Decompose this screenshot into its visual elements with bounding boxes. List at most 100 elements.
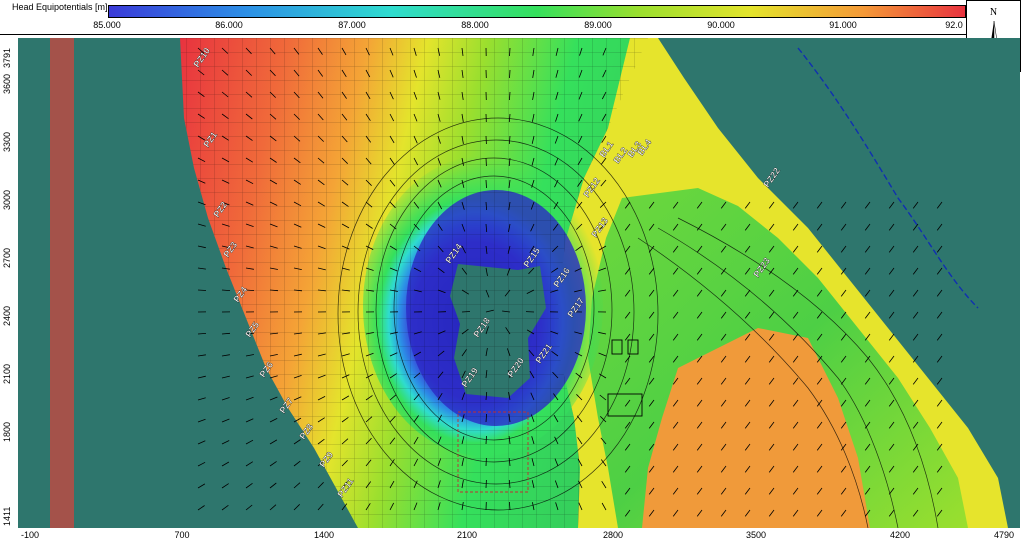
x-tick: 3500	[745, 530, 767, 540]
legend-color-bar	[108, 5, 966, 18]
flow-vector	[936, 267, 943, 275]
flow-vector	[341, 503, 348, 511]
y-tick: 2700	[2, 247, 12, 268]
legend-tick: 88.000	[461, 20, 489, 30]
flow-vector	[197, 289, 207, 291]
legend-tick: 85.000	[93, 20, 121, 30]
flow-vector	[936, 333, 943, 341]
flow-vector	[888, 267, 895, 275]
flow-vector	[221, 332, 231, 335]
flow-vector	[936, 377, 943, 385]
legend-tick: 89.000	[584, 20, 612, 30]
flow-vector	[936, 223, 943, 231]
flow-vector	[840, 201, 847, 209]
x-tick: 2800	[602, 530, 624, 540]
flow-vector	[269, 461, 277, 467]
legend-tick: 90.000	[707, 20, 735, 30]
flow-vector	[197, 375, 206, 379]
flow-vector	[293, 439, 301, 445]
y-tick: 2400	[2, 305, 12, 326]
flow-vector	[269, 396, 278, 401]
flow-vector	[197, 505, 205, 511]
flow-vector	[293, 460, 301, 467]
flow-vector	[912, 355, 919, 363]
flow-vector	[936, 311, 943, 319]
flow-vector	[936, 289, 943, 297]
y-tick: 3300	[2, 131, 12, 152]
flow-vector	[864, 223, 871, 231]
river-strip	[50, 38, 74, 528]
color-legend: Head Equipotentials [m] 85.000 86.000 87…	[0, 0, 966, 35]
flow-vector	[269, 482, 277, 489]
flow-vector	[840, 223, 847, 231]
flow-vector	[245, 482, 253, 489]
flow-vector	[197, 418, 206, 423]
flow-vector	[245, 375, 254, 379]
flow-vector	[509, 47, 511, 57]
flow-vector	[816, 201, 823, 209]
well-label: PZ22	[761, 166, 782, 189]
flow-vector	[864, 289, 871, 297]
flow-vector	[197, 483, 206, 489]
flow-vector	[317, 482, 324, 489]
flow-vector	[245, 396, 254, 401]
flow-vector	[840, 245, 847, 253]
flow-vector	[485, 179, 487, 189]
flow-vector	[245, 354, 254, 357]
flow-vector	[221, 504, 229, 511]
legend-title: Head Equipotentials [m]	[12, 2, 108, 12]
x-tick: 2100	[456, 530, 478, 540]
flow-vector	[509, 69, 511, 79]
flow-vector	[888, 201, 895, 209]
y-tick: 2100	[2, 363, 12, 384]
flow-vector	[197, 397, 206, 401]
x-tick: 4790	[993, 530, 1015, 540]
map-figure: Head Equipotentials [m] 85.000 86.000 87…	[0, 0, 1024, 542]
legend-tick: 86.000	[215, 20, 243, 30]
flow-vector	[912, 289, 919, 297]
flow-vector	[245, 504, 253, 511]
flow-vector	[197, 267, 206, 270]
flow-vector	[461, 311, 471, 313]
flow-vector	[792, 201, 799, 209]
y-tick: 3000	[2, 189, 12, 210]
flow-vector	[269, 504, 277, 511]
flow-vector	[888, 289, 895, 297]
flow-vector	[245, 418, 254, 423]
flow-vector	[936, 355, 943, 363]
legend-tick: 91.000	[829, 20, 857, 30]
flow-vector	[293, 482, 301, 489]
flow-vector	[197, 461, 206, 467]
flow-vector	[888, 245, 895, 253]
x-tick: 1400	[313, 530, 335, 540]
x-tick: 4200	[889, 530, 911, 540]
x-tick: 700	[174, 530, 190, 540]
flow-vector	[221, 440, 230, 445]
flow-vector	[197, 440, 206, 445]
flow-vector	[221, 483, 229, 489]
flow-vector	[197, 245, 206, 249]
flow-vector	[197, 333, 207, 335]
flow-vector	[221, 461, 230, 467]
flow-vector	[221, 354, 230, 357]
flow-vector	[816, 223, 823, 231]
flow-vector	[912, 245, 919, 253]
flow-vector	[864, 267, 871, 275]
flow-vector	[864, 245, 871, 253]
map-canvas[interactable]: PZ10 PZ1 PZ2 PZ3 PZ4 PZ5 PZ6 PZ7 PZ8 PZ9 PZ11 BL1 BL…	[18, 38, 1020, 528]
y-tick: 1411	[2, 506, 12, 526]
x-tick: -100	[20, 530, 40, 540]
flow-vector	[221, 397, 230, 401]
legend-tick: 92.0	[945, 20, 963, 30]
flow-vector	[245, 461, 254, 467]
flow-vector	[221, 289, 231, 291]
flow-vector	[317, 503, 324, 511]
flow-vector	[912, 223, 919, 231]
flow-vector	[221, 418, 230, 423]
flow-vector	[888, 311, 895, 319]
flow-vector	[864, 201, 871, 209]
flow-vector	[197, 223, 206, 227]
flow-vector	[485, 435, 487, 445]
y-tick: 1800	[2, 421, 12, 442]
flow-vector	[269, 439, 278, 445]
